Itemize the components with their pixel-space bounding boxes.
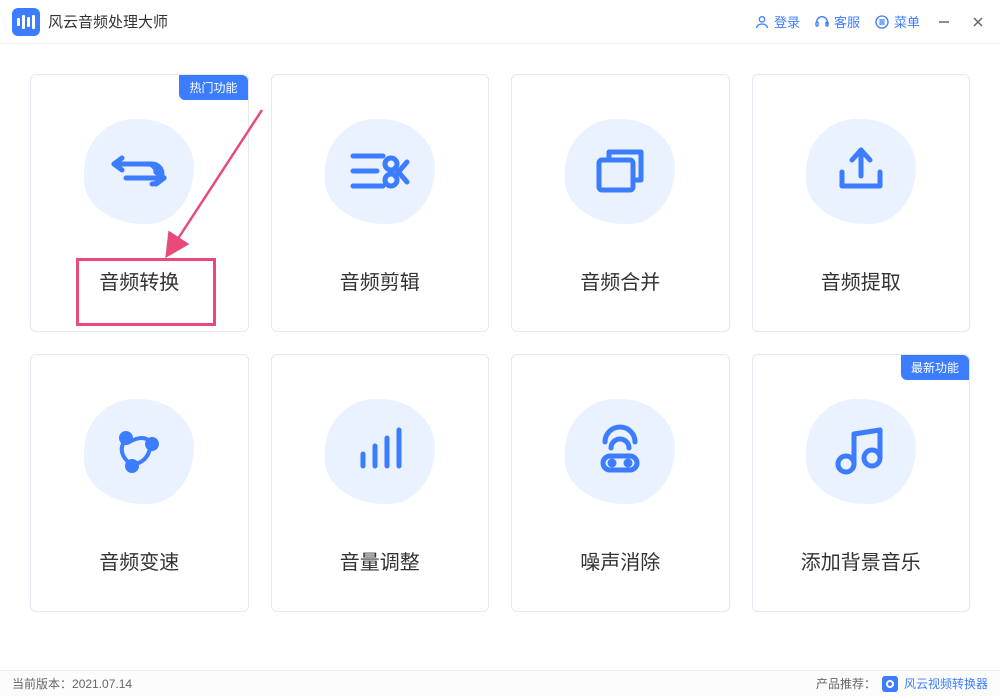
support-button[interactable]: 客服 xyxy=(814,12,860,31)
titlebar: 风云音频处理大师 登录 客服 菜单 xyxy=(0,0,1000,44)
new-badge: 最新功能 xyxy=(901,355,969,380)
card-label: 噪声消除 xyxy=(580,546,660,575)
recommend-product[interactable]: 风云视频转换器 xyxy=(904,675,988,692)
version-value: 2021.07.14 xyxy=(72,677,132,691)
minimize-icon xyxy=(938,16,950,28)
version-label: 当前版本： xyxy=(12,675,72,692)
card-label: 音频变速 xyxy=(99,546,179,575)
card-label: 音频合并 xyxy=(580,266,660,295)
card-audio-merge[interactable]: 音频合并 xyxy=(511,74,730,332)
card-volume-adjust[interactable]: 音量调整 xyxy=(271,354,490,612)
card-audio-extract[interactable]: 音频提取 xyxy=(752,74,971,332)
card-audio-convert[interactable]: 热门功能 音频转换 xyxy=(30,74,249,332)
convert-icon xyxy=(104,136,174,206)
minimize-button[interactable] xyxy=(934,12,954,32)
recommend-label: 产品推荐： xyxy=(816,675,876,692)
menu-list-icon xyxy=(874,14,890,30)
support-label: 客服 xyxy=(834,12,860,31)
card-add-bgm[interactable]: 最新功能 添加背景音乐 xyxy=(752,354,971,612)
headset-icon xyxy=(814,14,830,30)
card-grid: 热门功能 音频转换 音频剪辑 音频合并 xyxy=(0,44,1000,612)
cut-icon xyxy=(345,136,415,206)
card-audio-cut[interactable]: 音频剪辑 xyxy=(271,74,490,332)
card-label: 音频提取 xyxy=(821,266,901,295)
hot-badge: 热门功能 xyxy=(179,75,247,100)
card-label: 音频转换 xyxy=(99,266,179,295)
noise-icon xyxy=(585,416,655,486)
menu-label: 菜单 xyxy=(894,12,920,31)
volume-icon xyxy=(345,416,415,486)
footer: 当前版本： 2021.07.14 产品推荐： 风云视频转换器 xyxy=(0,670,1000,696)
card-audio-speed[interactable]: 音频变速 xyxy=(30,354,249,612)
card-label: 音量调整 xyxy=(340,546,420,575)
recommend-logo-icon xyxy=(882,676,898,692)
card-noise-remove[interactable]: 噪声消除 xyxy=(511,354,730,612)
card-label: 音频剪辑 xyxy=(340,266,420,295)
user-icon xyxy=(754,14,770,30)
merge-icon xyxy=(585,136,655,206)
menu-button[interactable]: 菜单 xyxy=(874,12,920,31)
card-label: 添加背景音乐 xyxy=(801,546,921,575)
close-icon xyxy=(972,16,984,28)
music-icon xyxy=(826,416,896,486)
login-button[interactable]: 登录 xyxy=(754,12,800,31)
close-button[interactable] xyxy=(968,12,988,32)
app-title: 风云音频处理大师 xyxy=(48,11,168,32)
login-label: 登录 xyxy=(774,12,800,31)
app-logo-icon xyxy=(12,8,40,36)
extract-icon xyxy=(826,136,896,206)
speed-icon xyxy=(104,416,174,486)
